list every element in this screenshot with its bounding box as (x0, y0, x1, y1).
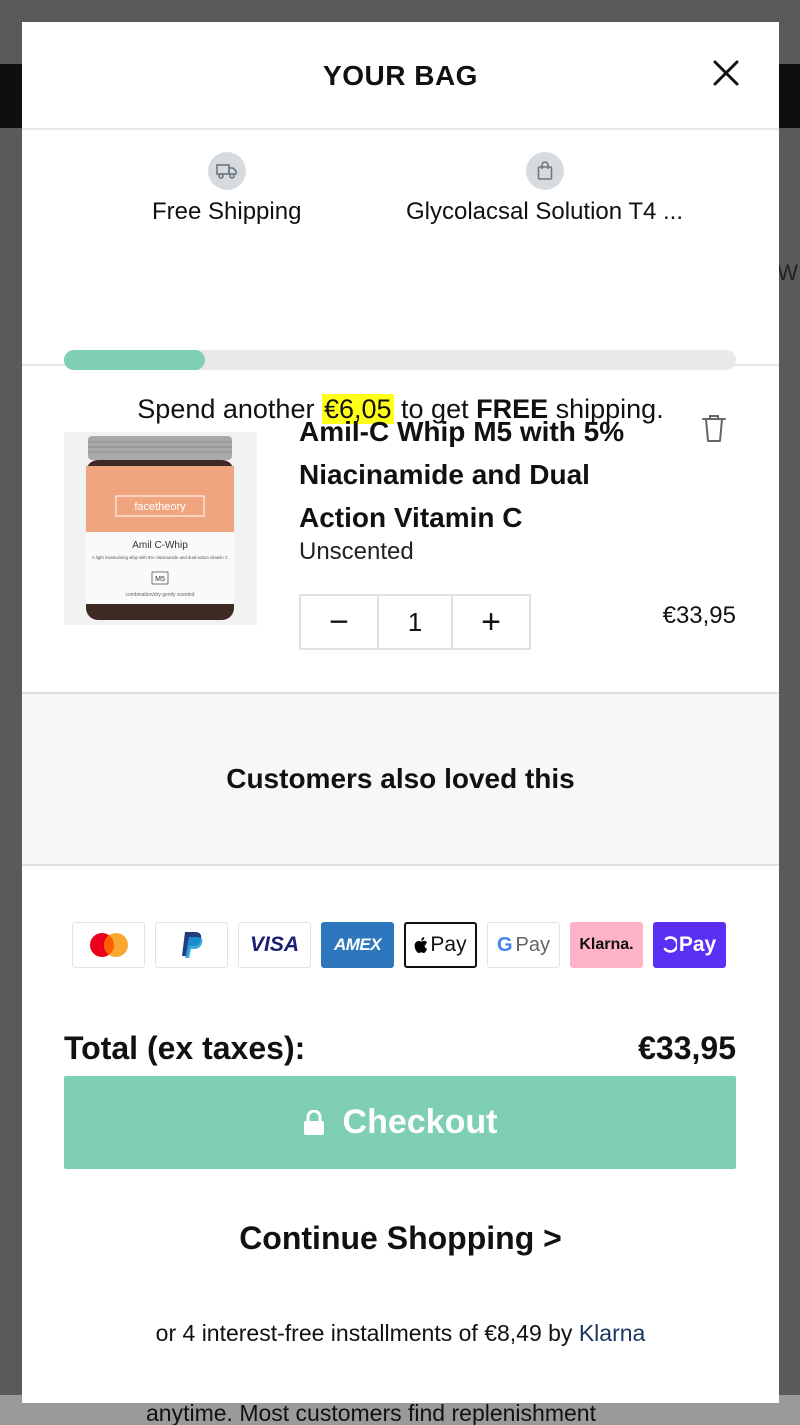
payment-methods: VISA AMEX Pay G Pay Klarna. Pay (72, 922, 726, 968)
increase-quantity-button[interactable]: + (453, 596, 529, 648)
total-label: Total (ex taxes): (64, 1030, 306, 1066)
product-name[interactable]: Amil-C Whip M5 with 5% Niacinamide and D… (299, 410, 679, 539)
background-bottom-text: anytime. Most customers find replenishme… (146, 1400, 596, 1425)
milestone-free-shipping: Free Shipping (152, 152, 301, 226)
background-text: W (777, 260, 798, 285)
amex-text: AMEX (333, 935, 382, 954)
milestone-label: Free Shipping (152, 198, 302, 225)
quantity-stepper: − 1 + (299, 594, 531, 650)
trash-icon[interactable] (700, 412, 728, 444)
bag-header: YOUR BAG (22, 22, 779, 130)
amex-icon: AMEX (321, 922, 394, 968)
jar-brand: facetheory (134, 501, 186, 513)
mastercard-icon (72, 922, 145, 968)
shopping-bag-icon (525, 152, 564, 190)
quantity-value[interactable]: 1 (377, 596, 453, 648)
paypal-icon (155, 922, 228, 968)
bag-title: YOUR BAG (323, 60, 478, 91)
jar-footer: combination/dry gently scented (126, 592, 195, 598)
apple-pay-icon: Pay (404, 922, 477, 968)
total-value: €33,95 (638, 1030, 736, 1066)
continue-shopping-link[interactable]: Continue Shopping > (22, 1220, 779, 1257)
checkout-button[interactable]: Checkout (64, 1076, 736, 1169)
bag-drawer: YOUR BAG Free Shipping Glycolacsal Solut… (22, 22, 779, 1403)
item-price: €33,95 (662, 602, 736, 629)
installments-text: or 4 interest-free installments of €8,49… (155, 1320, 579, 1346)
google-pay-text: Pay (515, 933, 551, 956)
checkout-label: Checkout (342, 1103, 498, 1141)
recommendations-title: Customers also loved this (226, 763, 575, 794)
truck-icon (207, 152, 246, 190)
shipping-progress-section: Free Shipping Glycolacsal Solution T4 ..… (22, 130, 779, 424)
google-pay-icon: G Pay (487, 922, 560, 968)
jar-code: M5 (155, 576, 165, 583)
milestone-label: Glycolacsal Solution T4 ... (406, 198, 684, 225)
shop-pay-icon: Pay (653, 922, 726, 968)
klarna-icon: Klarna. (570, 922, 643, 968)
visa-text: VISA (249, 933, 299, 956)
klarna-link[interactable]: Klarna (579, 1320, 645, 1346)
product-image[interactable]: facetheory Amil C-Whip A light moisturis… (64, 432, 257, 625)
visa-icon: VISA (238, 922, 311, 968)
jar-product: Amil C-Whip (132, 540, 188, 551)
apple-pay-text: Pay (430, 933, 467, 956)
klarna-text: Klarna. (579, 936, 634, 953)
order-total: Total (ex taxes): €33,95 (64, 1030, 736, 1067)
shop-pay-text: Pay (678, 933, 717, 956)
close-icon[interactable] (711, 58, 741, 88)
product-variant: Unscented (299, 538, 414, 565)
continue-shopping-label: Continue Shopping > (239, 1220, 562, 1256)
decrease-quantity-button[interactable]: − (301, 596, 377, 648)
recommendations-section: Customers also loved this (22, 694, 779, 866)
klarna-installments-message: or 4 interest-free installments of €8,49… (22, 1320, 779, 1347)
jar-description: A light moisturising whip with 5% niacin… (92, 555, 228, 560)
milestone-free-gift: Glycolacsal Solution T4 ... (406, 152, 683, 226)
cart-item: facetheory Amil C-Whip A light moisturis… (22, 366, 779, 694)
lock-icon (303, 1109, 324, 1135)
